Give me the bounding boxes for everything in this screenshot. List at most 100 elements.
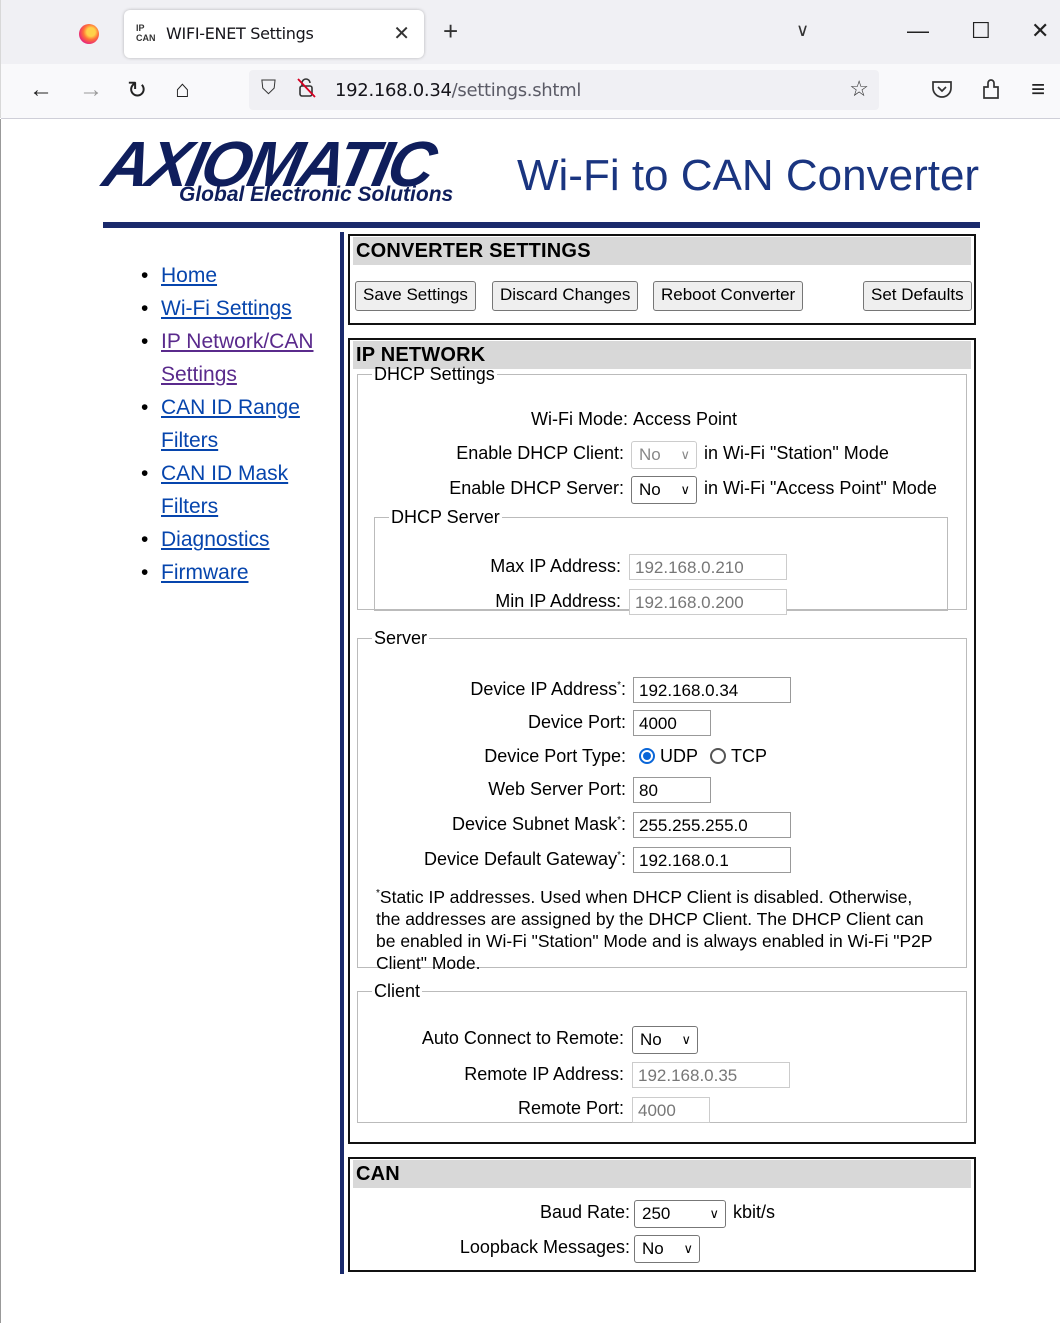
nav-link-can-id-mask[interactable]: CAN ID Mask Filters <box>161 462 288 518</box>
set-defaults-button[interactable]: Set Defaults <box>863 281 972 311</box>
bookmark-star-icon[interactable]: ☆ <box>849 76 869 102</box>
client-group: Client Auto Connect to Remote: No ∨ Remot… <box>357 981 967 1123</box>
url-host: 192.168.0.34 <box>335 80 452 101</box>
url-text[interactable]: 192.168.0.34/settings.shtml <box>335 80 581 101</box>
firefox-icon[interactable] <box>79 24 99 44</box>
dhcp-server-group: DHCP Server Max IP Address: 192.168.0.21… <box>374 507 948 615</box>
dhcp-settings-group: DHCP Settings Wi-Fi Mode: Access Point E… <box>357 364 967 615</box>
list-tabs-icon[interactable]: ∨ <box>796 20 809 41</box>
subnet-mask-input[interactable]: 255.255.255.0 <box>633 812 791 838</box>
nav-link-firmware[interactable]: Firmware <box>161 561 249 584</box>
wifi-mode-value: Access Point <box>633 409 738 429</box>
dhcp-server-value: No <box>639 480 661 499</box>
udp-radio[interactable] <box>639 748 655 764</box>
insecure-lock-icon[interactable] <box>297 77 317 105</box>
tab-active[interactable]: IP CAN WIFI-ENET Settings ✕ <box>124 10 424 58</box>
server-group: Server Device IP Address*: 192.168.0.34 … <box>357 628 967 973</box>
nav-link-mask-line2: Filters <box>161 495 219 518</box>
dhcp-client-value: No <box>639 445 661 464</box>
web-server-port-input[interactable]: 80 <box>633 777 711 803</box>
device-port-type-label: Device Port Type: <box>484 746 626 766</box>
remote-port-input[interactable]: 4000 <box>632 1097 710 1123</box>
remote-ip-label: Remote IP Address: <box>464 1064 624 1084</box>
dhcp-server-suffix: in Wi-Fi "Access Point" Mode <box>704 478 937 498</box>
dhcp-client-select[interactable]: No ∨ <box>631 441 697 469</box>
colon: : <box>620 679 626 699</box>
forward-icon[interactable]: → <box>79 76 103 104</box>
reload-icon[interactable]: ↻ <box>127 76 147 105</box>
loopback-select[interactable]: No ∨ <box>634 1235 700 1263</box>
nav-item-ip-can: IP Network/CAN Settings <box>141 325 331 391</box>
app-menu-icon[interactable]: ≡ <box>1031 76 1045 104</box>
min-ip-input[interactable]: 192.168.0.200 <box>629 589 787 615</box>
device-ip-input[interactable]: 192.168.0.34 <box>633 677 791 703</box>
chevron-down-icon: ∨ <box>681 1032 691 1047</box>
baud-rate-select[interactable]: 250 ∨ <box>634 1200 726 1228</box>
page-content: AXIOMATIC Global Electronic Solutions Wi… <box>0 119 1060 1323</box>
nav-item-range: CAN ID Range Filters <box>141 391 331 457</box>
device-ip-label: Device IP Address*: <box>470 679 626 700</box>
udp-label[interactable]: UDP <box>660 746 698 767</box>
default-gateway-label: Device Default Gateway*: <box>424 849 626 870</box>
browser-chrome: IP CAN WIFI-ENET Settings ✕ + ∨ — ☐ ✕ ← … <box>0 0 1060 119</box>
url-bar[interactable]: ⛉ 192.168.0.34/settings.shtml ☆ <box>249 70 879 110</box>
max-ip-input[interactable]: 192.168.0.210 <box>629 554 787 580</box>
save-settings-button[interactable]: Save Settings <box>355 281 476 311</box>
sidebar-divider <box>340 232 344 1274</box>
back-icon[interactable]: ← <box>29 76 53 104</box>
note-line-1: Static IP addresses. Used when DHCP Clie… <box>379 886 913 907</box>
nav-link-range-line2: Filters <box>161 429 219 452</box>
device-ip-label-text: Device IP Address <box>470 679 618 699</box>
dhcp-server-select[interactable]: No ∨ <box>631 476 697 504</box>
web-server-port-label: Web Server Port: <box>488 779 626 799</box>
remote-ip-input[interactable]: 192.168.0.35 <box>632 1062 790 1088</box>
colon: : <box>620 814 626 834</box>
discard-changes-button[interactable]: Discard Changes <box>492 281 639 311</box>
nav-link-wifi-settings[interactable]: Wi-Fi Settings <box>161 297 292 320</box>
tcp-radio[interactable] <box>710 748 726 764</box>
extensions-icon[interactable] <box>981 78 1003 107</box>
device-port-input[interactable]: 4000 <box>633 710 711 736</box>
nav-link-range-line1: CAN ID Range <box>161 396 300 419</box>
can-section: CAN Baud Rate: 250 ∨ kbit/s Loopback Mess… <box>348 1157 976 1272</box>
nav-link-ip-can-settings[interactable]: IP Network/CAN Settings <box>161 330 314 386</box>
nav-link-ip-can-line2: Settings <box>161 363 237 386</box>
converter-settings-heading: CONVERTER SETTINGS <box>353 237 971 265</box>
sidebar-nav: Home Wi-Fi Settings IP Network/CAN Settin… <box>141 259 331 589</box>
auto-connect-select[interactable]: No ∨ <box>632 1026 698 1054</box>
converter-settings-section: CONVERTER SETTINGS Save Settings Discard… <box>348 234 976 325</box>
default-gateway-input[interactable]: 192.168.0.1 <box>633 847 791 873</box>
home-icon[interactable]: ⌂ <box>175 76 190 104</box>
tab-favicon-icon: IP CAN <box>136 23 156 43</box>
pocket-icon[interactable] <box>931 78 953 106</box>
tab-close-icon[interactable]: ✕ <box>393 21 410 46</box>
maximize-icon[interactable]: ☐ <box>971 18 991 44</box>
tab-strip: IP CAN WIFI-ENET Settings ✕ + ∨ — ☐ ✕ <box>1 0 1060 64</box>
remote-port-label: Remote Port: <box>517 1098 624 1118</box>
tcp-label[interactable]: TCP <box>731 746 767 767</box>
client-legend: Client <box>374 981 421 1001</box>
nav-link-can-id-range[interactable]: CAN ID Range Filters <box>161 396 300 452</box>
nav-link-home[interactable]: Home <box>161 264 217 287</box>
close-window-icon[interactable]: ✕ <box>1031 18 1049 44</box>
dhcp-client-suffix: in Wi-Fi "Station" Mode <box>704 443 889 463</box>
reboot-converter-button[interactable]: Reboot Converter <box>653 281 804 311</box>
baud-rate-unit: kbit/s <box>733 1202 776 1222</box>
new-tab-button[interactable]: + <box>443 16 458 47</box>
nav-link-diagnostics[interactable]: Diagnostics <box>161 528 270 551</box>
tracking-shield-icon[interactable]: ⛉ <box>261 77 276 100</box>
dhcp-settings-legend: DHCP Settings <box>374 364 495 384</box>
note-line-2: the addresses are assigned by the DHCP C… <box>376 908 924 929</box>
chevron-down-icon: ∨ <box>680 482 690 497</box>
nav-link-ip-can-line1: IP Network/CAN <box>161 330 314 353</box>
baud-rate-value: 250 <box>642 1204 671 1223</box>
logo-tagline: Global Electronic Solutions <box>179 183 454 206</box>
dhcp-client-label: Enable DHCP Client: <box>456 443 624 463</box>
minimize-icon[interactable]: — <box>907 18 929 44</box>
nav-item-home: Home <box>141 259 331 292</box>
max-ip-label: Max IP Address: <box>490 556 621 576</box>
nav-item-mask: CAN ID Mask Filters <box>141 457 331 523</box>
nav-bar: ← → ↻ ⌂ ⛉ 192.168.0.34/settings.shtml ☆ … <box>1 64 1060 119</box>
nav-item-wifi: Wi-Fi Settings <box>141 292 331 325</box>
chevron-down-icon: ∨ <box>709 1206 719 1221</box>
